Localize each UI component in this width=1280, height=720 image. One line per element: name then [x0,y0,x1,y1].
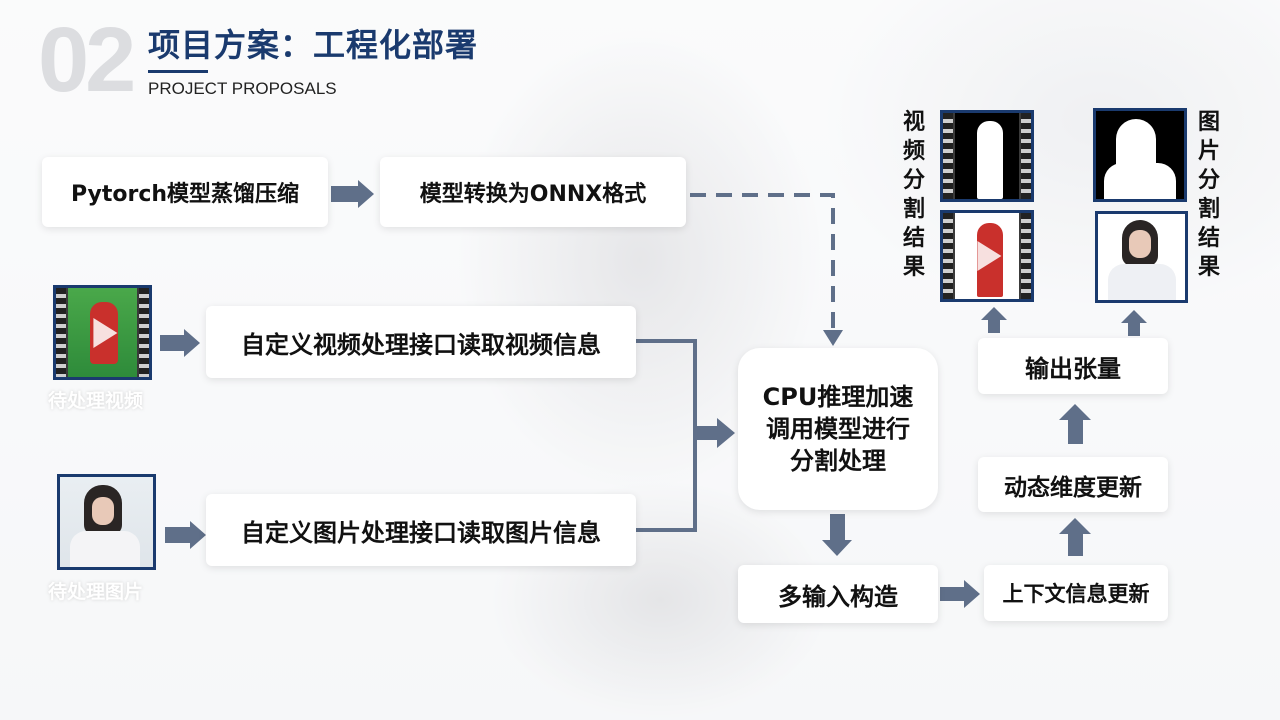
arrow-video-thumb-to-io [160,329,200,357]
film-perforation-right [1021,213,1031,299]
arrow-merge-to-cpu [695,418,735,448]
arrow-context-to-dynamic [1059,518,1091,556]
image-result-cutout-thumbnail [1095,211,1188,303]
arrow-dashed-down-head [823,330,843,346]
film-perforation-left [56,288,66,377]
arrow-distill-to-onnx [331,180,374,208]
film-perforation-right [1021,113,1031,199]
cpu-line-1: CPU推理加速 [762,383,914,411]
input-image-thumbnail [57,474,156,570]
step-output-tensor: 输出张量 [978,338,1168,394]
cpu-line-2: 调用模型进行 [766,415,910,443]
arrow-image-thumb-to-io [165,521,206,549]
play-icon [977,141,1002,171]
person-face [92,497,114,525]
step-cpu-inference: CPU推理加速 调用模型进行 分割处理 [738,348,938,510]
input-video-thumbnail [53,285,152,380]
image-result-label: 图片分割结果 [1197,110,1220,280]
step-dynamic-dim: 动态维度更新 [978,457,1168,512]
step-multi-input: 多输入构造 [738,565,938,623]
mask-body [1104,163,1176,199]
film-perforation-left [943,113,953,199]
person-face [1129,230,1151,258]
step-context-update: 上下文信息更新 [984,565,1168,621]
arrow-output-to-image-result [1121,310,1147,336]
step-model-distill: Pytorch模型蒸馏压缩 [42,157,328,227]
person-clothing [1108,264,1176,300]
dashed-connector [690,193,835,330]
play-icon [92,317,117,348]
video-input-caption: 待处理视频 [48,390,144,412]
film-perforation-left [943,213,953,299]
video-result-cutout-thumbnail [940,210,1034,302]
film-perforation-right [139,288,149,377]
step-image-interface: 自定义图片处理接口读取图片信息 [206,494,636,566]
step-video-interface: 自定义视频处理接口读取视频信息 [206,306,636,378]
video-result-mask-thumbnail [940,110,1034,202]
step-onnx-convert: 模型转换为ONNX格式 [380,157,686,227]
cpu-line-3: 分割处理 [790,447,886,475]
video-merge-line [636,339,697,532]
arrow-output-to-video-result [981,307,1007,333]
arrow-cpu-to-multi [822,514,852,556]
arrow-multi-to-context [940,580,980,608]
image-result-mask-thumbnail [1093,108,1187,202]
image-input-caption: 待处理图片 [48,581,144,603]
video-result-label: 视频分割结果 [902,110,925,280]
arrow-dynamic-to-output [1059,404,1091,444]
person-clothing [70,531,140,567]
play-icon [977,241,1002,271]
